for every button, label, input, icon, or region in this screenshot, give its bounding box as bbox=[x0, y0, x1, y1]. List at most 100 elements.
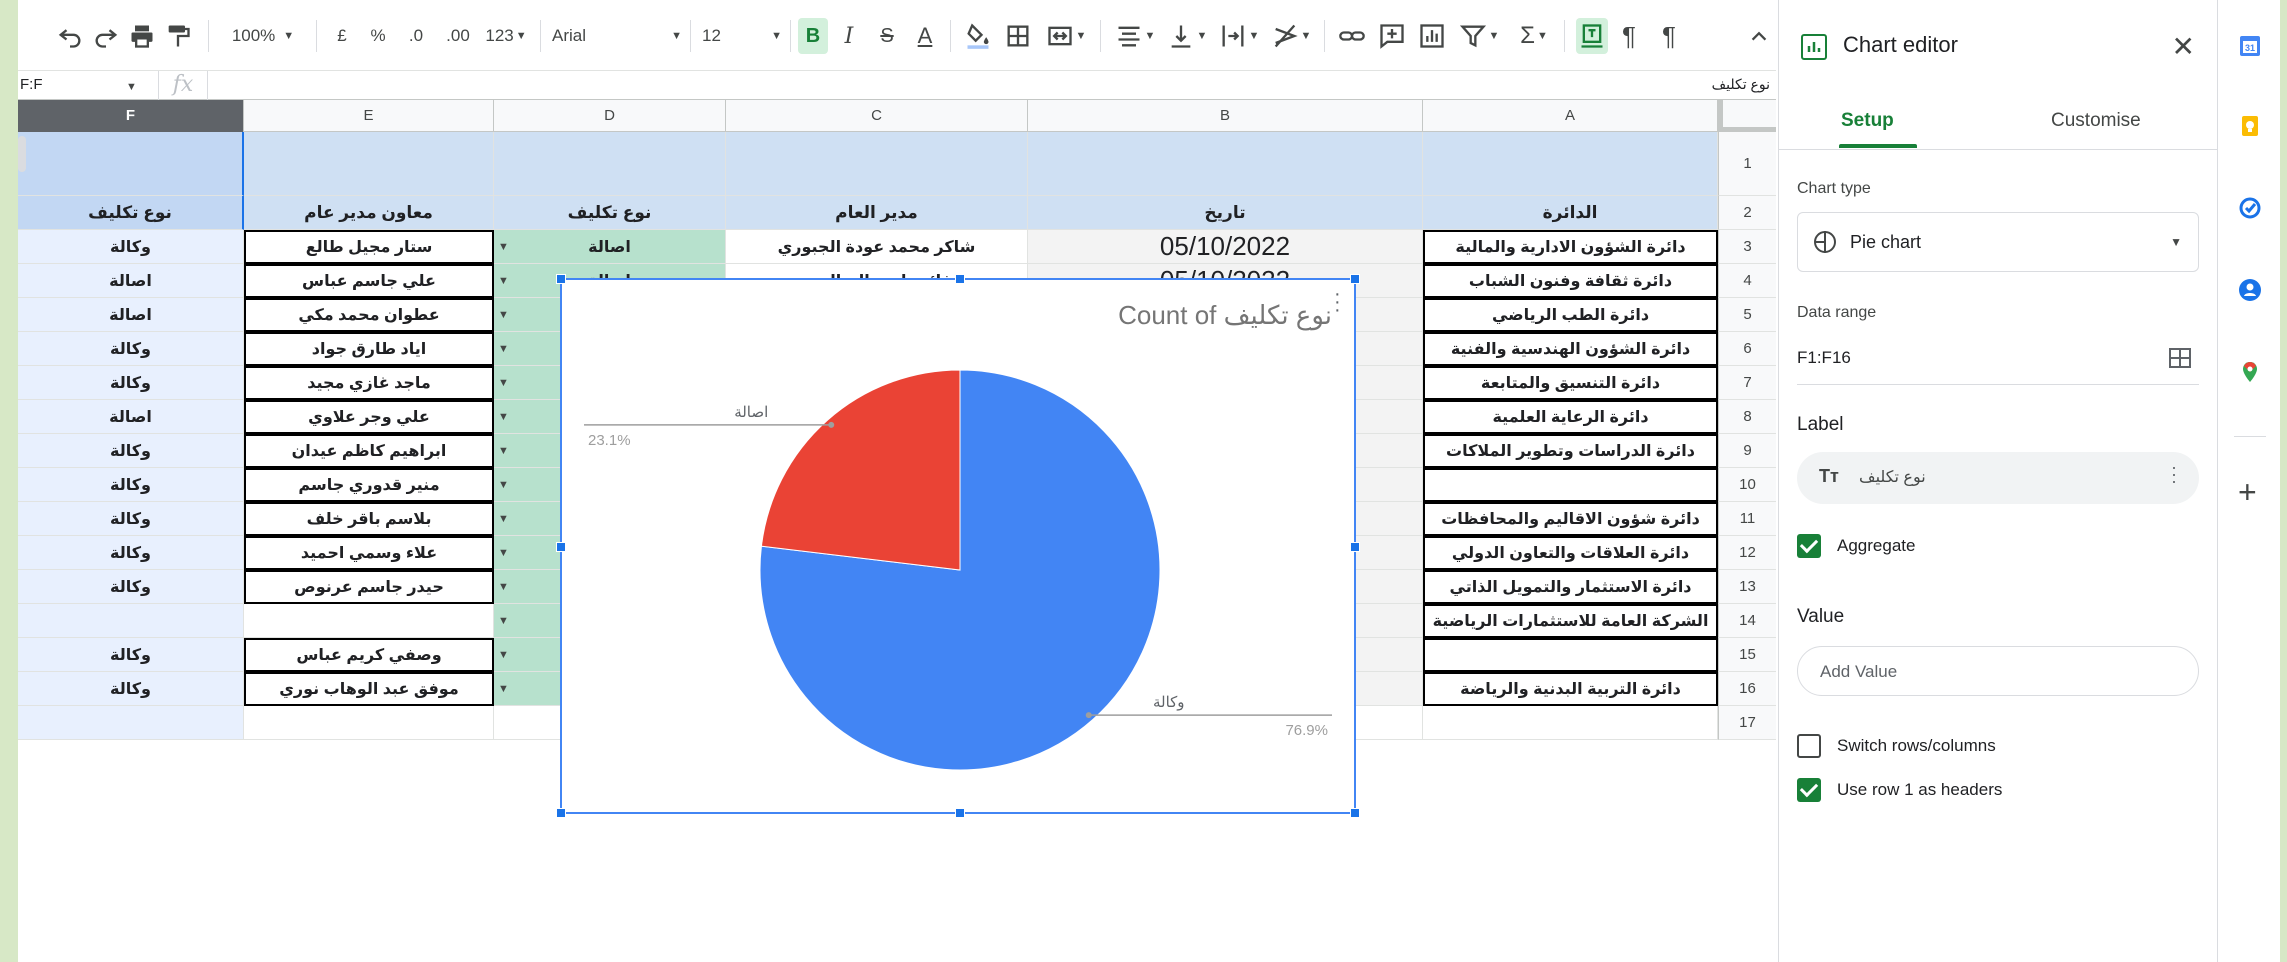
currency-button[interactable]: £ bbox=[328, 18, 356, 54]
cell-a4[interactable]: دائرة ثقافة وفنون الشباب bbox=[1423, 264, 1718, 298]
cell-f3[interactable]: وكالة bbox=[18, 230, 244, 264]
print-icon[interactable] bbox=[126, 18, 158, 54]
contacts-icon[interactable] bbox=[2238, 278, 2262, 302]
bold-button[interactable]: B bbox=[798, 18, 828, 54]
cell-e5[interactable]: عطوان محمد مكي bbox=[244, 298, 494, 332]
insert-comment-icon[interactable] bbox=[1376, 18, 1408, 54]
insert-chart-icon[interactable] bbox=[1416, 18, 1448, 54]
row-header[interactable]: 16 bbox=[1718, 672, 1776, 706]
scrollbar-thumb[interactable] bbox=[18, 136, 26, 172]
text-color-button[interactable]: A bbox=[910, 18, 940, 54]
row-header[interactable]: 6 bbox=[1718, 332, 1776, 366]
cell-e8[interactable]: علي وجر علاوي bbox=[244, 400, 494, 434]
add-addon-icon[interactable]: + bbox=[2238, 476, 2257, 508]
cell-f4[interactable]: اصالة bbox=[18, 264, 244, 298]
row-header[interactable]: 17 bbox=[1718, 706, 1776, 740]
cell-e10[interactable]: منير قدوري جاسم bbox=[244, 468, 494, 502]
use-row-headers-checkbox[interactable] bbox=[1797, 778, 1821, 802]
cell-e16[interactable]: موفق عبد الوهاب نوري bbox=[244, 672, 494, 706]
chevron-down-icon[interactable]: ▼ bbox=[498, 615, 509, 627]
chevron-down-icon[interactable]: ▼ bbox=[498, 411, 509, 423]
cell-e4[interactable]: علي جاسم عباس bbox=[244, 264, 494, 298]
cell-c1[interactable] bbox=[726, 132, 1028, 196]
header-cell-d[interactable]: نوع تكليف bbox=[494, 196, 726, 230]
add-value-button[interactable]: Add Value bbox=[1797, 646, 2199, 696]
chevron-down-icon[interactable]: ▼ bbox=[498, 377, 509, 389]
cell-d1[interactable] bbox=[494, 132, 726, 196]
column-header-f[interactable]: F bbox=[18, 100, 244, 132]
resize-handle[interactable] bbox=[556, 808, 566, 818]
cell-f16[interactable]: وكالة bbox=[18, 672, 244, 706]
cell-c3[interactable]: شاكر محمد عودة الجبوري bbox=[726, 230, 1028, 264]
cell-f15[interactable]: وكالة bbox=[18, 638, 244, 672]
cell-e12[interactable]: علاء وسمي احميد bbox=[244, 536, 494, 570]
cell-a10[interactable] bbox=[1423, 468, 1718, 502]
fill-color-icon[interactable] bbox=[962, 18, 994, 54]
cell-e13[interactable]: حيدر جاسم عرنوص bbox=[244, 570, 494, 604]
more-vert-icon[interactable]: · · · bbox=[2171, 458, 2177, 490]
row-header[interactable]: 12 bbox=[1718, 536, 1776, 570]
cell-f5[interactable]: اصالة bbox=[18, 298, 244, 332]
cell-e14[interactable] bbox=[244, 604, 494, 638]
rtl-button[interactable]: ¶ bbox=[1654, 18, 1684, 54]
close-icon[interactable]: ✕ bbox=[2172, 30, 2195, 63]
undo-icon[interactable] bbox=[54, 18, 86, 54]
cell-e17[interactable] bbox=[244, 706, 494, 740]
cell-a3[interactable]: دائرة الشؤون الادارية والمالية bbox=[1423, 230, 1718, 264]
label-chip[interactable]: Tт نوع تكليف · · · bbox=[1797, 452, 2199, 504]
row-header[interactable]: 3 bbox=[1718, 230, 1776, 264]
row-header[interactable]: 2 bbox=[1718, 196, 1776, 230]
column-header-b[interactable]: B bbox=[1028, 100, 1423, 132]
font-size-select[interactable]: 12 ▼ bbox=[702, 18, 782, 54]
functions-button[interactable]: Σ ▼ bbox=[1514, 18, 1554, 54]
collapse-toolbar-icon[interactable] bbox=[1748, 18, 1770, 54]
borders-icon[interactable] bbox=[1002, 18, 1034, 54]
vertical-align-icon[interactable]: ▼ bbox=[1164, 18, 1210, 54]
chevron-down-icon[interactable]: ▼ bbox=[498, 445, 509, 457]
cell-f17[interactable] bbox=[18, 706, 244, 740]
column-header-c[interactable]: C bbox=[726, 100, 1028, 132]
column-header-e[interactable]: E bbox=[244, 100, 494, 132]
chevron-down-icon[interactable]: ▼ bbox=[498, 343, 509, 355]
tab-setup[interactable]: Setup bbox=[1841, 110, 1894, 132]
pie-slice[interactable] bbox=[760, 369, 961, 571]
cell-a6[interactable]: دائرة الشؤون الهندسية والفنية bbox=[1423, 332, 1718, 366]
cell-f12[interactable]: وكالة bbox=[18, 536, 244, 570]
ltr-button[interactable]: ¶ bbox=[1614, 18, 1644, 54]
cell-e9[interactable]: ابراهيم كاظم عيدان bbox=[244, 434, 494, 468]
cell-a9[interactable]: دائرة الدراسات وتطوير الملاكات bbox=[1423, 434, 1718, 468]
cell-a5[interactable]: دائرة الطب الرياضي bbox=[1423, 298, 1718, 332]
cell-f6[interactable]: وكالة bbox=[18, 332, 244, 366]
cell-a12[interactable]: دائرة العلاقات والتعاون الدولي bbox=[1423, 536, 1718, 570]
cell-a15[interactable] bbox=[1423, 638, 1718, 672]
resize-handle[interactable] bbox=[556, 274, 566, 284]
cell-f14[interactable] bbox=[18, 604, 244, 638]
cell-b3[interactable]: 05/10/2022 bbox=[1028, 230, 1423, 264]
row-header[interactable]: 15 bbox=[1718, 638, 1776, 672]
header-cell-a[interactable]: الدائرة bbox=[1423, 196, 1718, 230]
row-header[interactable]: 1 bbox=[1718, 132, 1776, 196]
formula-input[interactable]: نوع تكليف bbox=[1712, 76, 1770, 93]
data-range-input[interactable]: F1:F16 bbox=[1797, 348, 1851, 368]
row-header[interactable]: 9 bbox=[1718, 434, 1776, 468]
cell-e11[interactable]: بلاسم باقر خلف bbox=[244, 502, 494, 536]
switch-rows-columns-checkbox[interactable] bbox=[1797, 734, 1821, 758]
cell-b1[interactable] bbox=[1028, 132, 1423, 196]
column-header-a[interactable]: A bbox=[1423, 100, 1718, 132]
cell-a14[interactable]: الشركة العامة للاستثمارات الرياضية bbox=[1423, 604, 1718, 638]
filter-icon[interactable]: ▼ bbox=[1456, 18, 1502, 54]
decrease-decimals-button[interactable]: .0 bbox=[398, 18, 434, 54]
zoom-select[interactable]: 100% ▼ bbox=[224, 18, 302, 54]
cell-f11[interactable]: وكالة bbox=[18, 502, 244, 536]
chart-type-select[interactable]: Pie chart ▼ bbox=[1797, 212, 2199, 272]
cell-e6[interactable]: اياد طارق جواد bbox=[244, 332, 494, 366]
chevron-down-icon[interactable]: ▼ bbox=[126, 81, 137, 93]
chevron-down-icon[interactable]: ▼ bbox=[498, 581, 509, 593]
pie-chart[interactable]: اصالة 23.1% وكالة 76.9% Count of نوع تكليف … bbox=[556, 274, 1360, 818]
resize-handle[interactable] bbox=[556, 542, 566, 552]
cell-e1[interactable] bbox=[244, 132, 494, 196]
row-header[interactable]: 8 bbox=[1718, 400, 1776, 434]
cell-a1[interactable] bbox=[1423, 132, 1718, 196]
redo-icon[interactable] bbox=[90, 18, 122, 54]
resize-handle[interactable] bbox=[1350, 274, 1360, 284]
